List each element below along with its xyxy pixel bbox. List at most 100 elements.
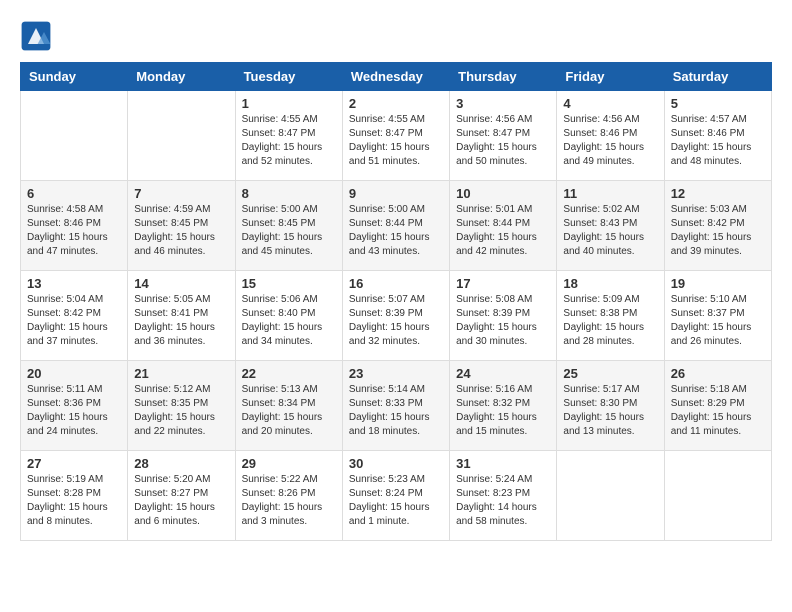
calendar-cell: 18 Sunrise: 5:09 AM Sunset: 8:38 PM Dayli… bbox=[557, 271, 664, 361]
page-header bbox=[20, 20, 772, 52]
calendar-cell: 7Sunrise: 4:59 AM Sunset: 8:45 PM Daylig… bbox=[128, 181, 235, 271]
calendar-cell: 12 Sunrise: 5:03 AM Sunset: 8:42 PM Dayli… bbox=[664, 181, 771, 271]
calendar-header: SundayMondayTuesdayWednesdayThursdayFrid… bbox=[21, 63, 772, 91]
day-number: 27 bbox=[27, 456, 121, 471]
day-number: 3 bbox=[456, 96, 550, 111]
day-detail: Sunrise: 5:09 AM Sunset: 8:38 PM Dayligh… bbox=[563, 293, 657, 349]
calendar-cell bbox=[21, 91, 128, 181]
day-number: 12 bbox=[671, 186, 765, 201]
day-number: 4 bbox=[563, 96, 657, 111]
day-detail: Sunrise: 5:18 AM Sunset: 8:29 PM Dayligh… bbox=[671, 383, 765, 439]
day-number: 23 bbox=[349, 366, 443, 381]
calendar-week-5: 27 Sunrise: 5:19 AM Sunset: 8:28 PM Dayli… bbox=[21, 451, 772, 541]
calendar-cell bbox=[557, 451, 664, 541]
day-number: 17 bbox=[456, 276, 550, 291]
calendar-cell: 1 Sunrise: 4:55 AM Sunset: 8:47 PM Daylig… bbox=[235, 91, 342, 181]
weekday-header-monday: Monday bbox=[128, 63, 235, 91]
logo bbox=[20, 20, 58, 52]
calendar-cell: 20Sunrise: 5:11 AM Sunset: 8:36 PM Dayli… bbox=[21, 361, 128, 451]
day-number: 13 bbox=[27, 276, 121, 291]
day-detail: Sunrise: 5:20 AM Sunset: 8:27 PM Dayligh… bbox=[134, 473, 228, 529]
day-number: 1 bbox=[242, 96, 336, 111]
calendar-cell: 26Sunrise: 5:18 AM Sunset: 8:29 PM Dayli… bbox=[664, 361, 771, 451]
calendar-table: SundayMondayTuesdayWednesdayThursdayFrid… bbox=[20, 62, 772, 541]
calendar-cell: 2Sunrise: 4:55 AM Sunset: 8:47 PM Daylig… bbox=[342, 91, 449, 181]
calendar-cell: 14 Sunrise: 5:05 AM Sunset: 8:41 PM Dayli… bbox=[128, 271, 235, 361]
day-detail: Sunrise: 5:19 AM Sunset: 8:28 PM Dayligh… bbox=[27, 473, 121, 529]
day-detail: Sunrise: 4:57 AM Sunset: 8:46 PM Dayligh… bbox=[671, 113, 765, 169]
day-number: 31 bbox=[456, 456, 550, 471]
calendar-week-1: 1 Sunrise: 4:55 AM Sunset: 8:47 PM Daylig… bbox=[21, 91, 772, 181]
calendar-cell: 16 Sunrise: 5:07 AM Sunset: 8:39 PM Dayli… bbox=[342, 271, 449, 361]
day-number: 22 bbox=[242, 366, 336, 381]
day-detail: Sunrise: 5:24 AM Sunset: 8:23 PM Dayligh… bbox=[456, 473, 550, 529]
day-number: 9 bbox=[349, 186, 443, 201]
calendar-cell: 4 Sunrise: 4:56 AM Sunset: 8:46 PM Daylig… bbox=[557, 91, 664, 181]
calendar-week-3: 13 Sunrise: 5:04 AM Sunset: 8:42 PM Dayli… bbox=[21, 271, 772, 361]
logo-icon bbox=[20, 20, 52, 52]
weekday-header-saturday: Saturday bbox=[664, 63, 771, 91]
day-number: 20 bbox=[27, 366, 121, 381]
day-number: 30 bbox=[349, 456, 443, 471]
weekday-header-sunday: Sunday bbox=[21, 63, 128, 91]
day-number: 11 bbox=[563, 186, 657, 201]
calendar-cell: 23 Sunrise: 5:14 AM Sunset: 8:33 PM Dayli… bbox=[342, 361, 449, 451]
day-number: 18 bbox=[563, 276, 657, 291]
day-detail: Sunrise: 4:56 AM Sunset: 8:47 PM Dayligh… bbox=[456, 113, 550, 169]
weekday-header-wednesday: Wednesday bbox=[342, 63, 449, 91]
day-number: 21 bbox=[134, 366, 228, 381]
calendar-cell: 11 Sunrise: 5:02 AM Sunset: 8:43 PM Dayli… bbox=[557, 181, 664, 271]
calendar-week-4: 20Sunrise: 5:11 AM Sunset: 8:36 PM Dayli… bbox=[21, 361, 772, 451]
calendar-cell: 29Sunrise: 5:22 AM Sunset: 8:26 PM Dayli… bbox=[235, 451, 342, 541]
day-number: 19 bbox=[671, 276, 765, 291]
day-number: 16 bbox=[349, 276, 443, 291]
day-detail: Sunrise: 5:07 AM Sunset: 8:39 PM Dayligh… bbox=[349, 293, 443, 349]
day-number: 2 bbox=[349, 96, 443, 111]
day-detail: Sunrise: 5:22 AM Sunset: 8:26 PM Dayligh… bbox=[242, 473, 336, 529]
calendar-cell: 28 Sunrise: 5:20 AM Sunset: 8:27 PM Dayli… bbox=[128, 451, 235, 541]
calendar-cell: 22Sunrise: 5:13 AM Sunset: 8:34 PM Dayli… bbox=[235, 361, 342, 451]
day-detail: Sunrise: 5:02 AM Sunset: 8:43 PM Dayligh… bbox=[563, 203, 657, 259]
weekday-header-tuesday: Tuesday bbox=[235, 63, 342, 91]
calendar-cell: 6 Sunrise: 4:58 AM Sunset: 8:46 PM Daylig… bbox=[21, 181, 128, 271]
day-detail: Sunrise: 5:03 AM Sunset: 8:42 PM Dayligh… bbox=[671, 203, 765, 259]
calendar-cell: 30 Sunrise: 5:23 AM Sunset: 8:24 PM Dayli… bbox=[342, 451, 449, 541]
calendar-cell: 5 Sunrise: 4:57 AM Sunset: 8:46 PM Daylig… bbox=[664, 91, 771, 181]
calendar-cell: 17Sunrise: 5:08 AM Sunset: 8:39 PM Dayli… bbox=[450, 271, 557, 361]
day-number: 15 bbox=[242, 276, 336, 291]
day-number: 25 bbox=[563, 366, 657, 381]
day-detail: Sunrise: 4:58 AM Sunset: 8:46 PM Dayligh… bbox=[27, 203, 121, 259]
day-detail: Sunrise: 5:05 AM Sunset: 8:41 PM Dayligh… bbox=[134, 293, 228, 349]
weekday-header-thursday: Thursday bbox=[450, 63, 557, 91]
day-detail: Sunrise: 5:14 AM Sunset: 8:33 PM Dayligh… bbox=[349, 383, 443, 439]
calendar-cell: 31 Sunrise: 5:24 AM Sunset: 8:23 PM Dayli… bbox=[450, 451, 557, 541]
calendar-cell: 21Sunrise: 5:12 AM Sunset: 8:35 PM Dayli… bbox=[128, 361, 235, 451]
calendar-cell: 24Sunrise: 5:16 AM Sunset: 8:32 PM Dayli… bbox=[450, 361, 557, 451]
day-number: 28 bbox=[134, 456, 228, 471]
day-detail: Sunrise: 5:17 AM Sunset: 8:30 PM Dayligh… bbox=[563, 383, 657, 439]
day-detail: Sunrise: 5:23 AM Sunset: 8:24 PM Dayligh… bbox=[349, 473, 443, 529]
calendar-cell: 3 Sunrise: 4:56 AM Sunset: 8:47 PM Daylig… bbox=[450, 91, 557, 181]
calendar-cell bbox=[128, 91, 235, 181]
calendar-cell bbox=[664, 451, 771, 541]
day-detail: Sunrise: 5:06 AM Sunset: 8:40 PM Dayligh… bbox=[242, 293, 336, 349]
day-number: 10 bbox=[456, 186, 550, 201]
day-detail: Sunrise: 5:04 AM Sunset: 8:42 PM Dayligh… bbox=[27, 293, 121, 349]
day-number: 14 bbox=[134, 276, 228, 291]
day-detail: Sunrise: 5:01 AM Sunset: 8:44 PM Dayligh… bbox=[456, 203, 550, 259]
calendar-cell: 15 Sunrise: 5:06 AM Sunset: 8:40 PM Dayli… bbox=[235, 271, 342, 361]
calendar-cell: 8Sunrise: 5:00 AM Sunset: 8:45 PM Daylig… bbox=[235, 181, 342, 271]
weekday-header-friday: Friday bbox=[557, 63, 664, 91]
day-detail: Sunrise: 4:55 AM Sunset: 8:47 PM Dayligh… bbox=[242, 113, 336, 169]
day-detail: Sunrise: 5:16 AM Sunset: 8:32 PM Dayligh… bbox=[456, 383, 550, 439]
day-detail: Sunrise: 5:00 AM Sunset: 8:44 PM Dayligh… bbox=[349, 203, 443, 259]
day-detail: Sunrise: 4:56 AM Sunset: 8:46 PM Dayligh… bbox=[563, 113, 657, 169]
calendar-week-2: 6 Sunrise: 4:58 AM Sunset: 8:46 PM Daylig… bbox=[21, 181, 772, 271]
day-detail: Sunrise: 5:10 AM Sunset: 8:37 PM Dayligh… bbox=[671, 293, 765, 349]
day-detail: Sunrise: 4:59 AM Sunset: 8:45 PM Dayligh… bbox=[134, 203, 228, 259]
day-number: 6 bbox=[27, 186, 121, 201]
calendar-cell: 19 Sunrise: 5:10 AM Sunset: 8:37 PM Dayli… bbox=[664, 271, 771, 361]
day-number: 5 bbox=[671, 96, 765, 111]
calendar-cell: 27 Sunrise: 5:19 AM Sunset: 8:28 PM Dayli… bbox=[21, 451, 128, 541]
day-detail: Sunrise: 5:00 AM Sunset: 8:45 PM Dayligh… bbox=[242, 203, 336, 259]
